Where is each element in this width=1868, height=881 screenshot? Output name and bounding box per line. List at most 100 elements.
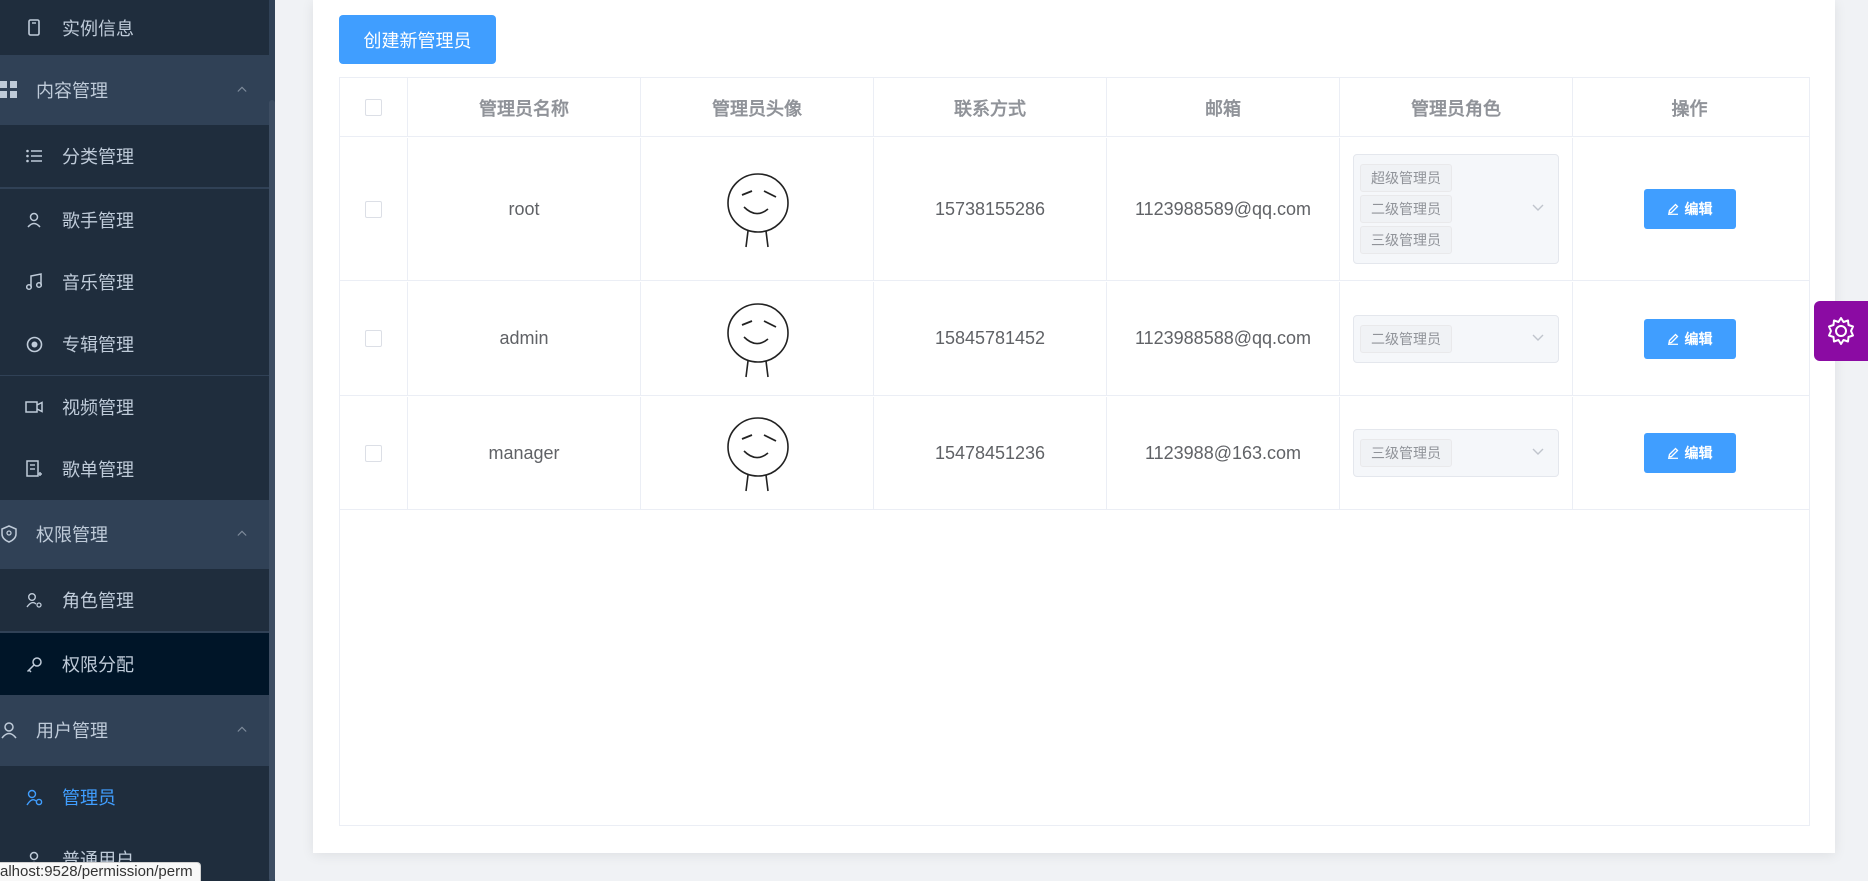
sidebar-item-category[interactable]: 分类管理 bbox=[0, 125, 269, 187]
header-select-all bbox=[340, 78, 408, 137]
sidebar-group-permission[interactable]: 权限管理 bbox=[0, 501, 269, 567]
settings-button[interactable] bbox=[1814, 301, 1868, 361]
table-row: manager 15478451236 1123988@163.com 三级管理… bbox=[340, 397, 1809, 510]
select-all-checkbox[interactable] bbox=[365, 99, 382, 116]
shield-icon bbox=[0, 525, 18, 543]
gear-icon bbox=[1828, 317, 1854, 345]
avatar-cell bbox=[641, 138, 874, 280]
row-checkbox[interactable] bbox=[365, 444, 382, 462]
sidebar-item-label: 权限分配 bbox=[62, 655, 134, 675]
admin-icon bbox=[25, 788, 43, 806]
sidebar-item-album[interactable]: 专辑管理 bbox=[0, 313, 269, 375]
sidebar-item-video[interactable]: 视频管理 bbox=[0, 376, 269, 438]
chevron-down-icon bbox=[1532, 334, 1544, 341]
sidebar-item-label: 管理员 bbox=[62, 788, 116, 808]
role-tag: 三级管理员 bbox=[1360, 439, 1452, 467]
status-url: alhost:9528/permission/perm bbox=[0, 862, 201, 881]
chevron-up-icon bbox=[237, 86, 247, 92]
sidebar-item-music[interactable]: 音乐管理 bbox=[0, 251, 269, 313]
sidebar-group-users[interactable]: 用户管理 bbox=[0, 697, 269, 763]
chevron-down-icon bbox=[1532, 448, 1544, 455]
sidebar-group-content[interactable]: 内容管理 bbox=[0, 57, 269, 123]
edit-button[interactable]: 编辑 bbox=[1643, 433, 1736, 473]
sidebar-item-admin[interactable]: 管理员 bbox=[0, 766, 269, 828]
edit-button[interactable]: 编辑 bbox=[1643, 318, 1736, 359]
edit-label: 编辑 bbox=[1684, 330, 1713, 347]
header-avatar: 管理员头像 bbox=[641, 78, 874, 137]
sidebar-item-role[interactable]: 角色管理 bbox=[0, 569, 269, 631]
sidebar-item-singer[interactable]: 歌手管理 bbox=[0, 189, 269, 251]
user-icon bbox=[0, 721, 18, 739]
sidebar-item-label: 用户管理 bbox=[36, 721, 108, 741]
actions-cell: 编辑 bbox=[1573, 397, 1806, 509]
role-select[interactable]: 超级管理员 二级管理员 三级管理员 bbox=[1353, 154, 1559, 264]
header-email: 邮箱 bbox=[1107, 78, 1340, 137]
role-cell: 三级管理员 bbox=[1340, 397, 1573, 509]
edit-icon bbox=[1667, 333, 1678, 345]
edit-button[interactable]: 编辑 bbox=[1643, 189, 1736, 229]
sidebar-item-label: 歌单管理 bbox=[62, 460, 134, 480]
row-checkbox[interactable] bbox=[365, 330, 382, 347]
music-icon bbox=[25, 273, 43, 291]
sidebar-scrollbar[interactable] bbox=[269, 100, 275, 881]
disc-icon bbox=[25, 335, 43, 353]
header-actions: 操作 bbox=[1671, 98, 1708, 119]
role-tag: 三级管理员 bbox=[1360, 226, 1452, 254]
sidebar-item-label: 角色管理 bbox=[62, 591, 134, 611]
role-select[interactable]: 二级管理员 bbox=[1353, 314, 1559, 363]
admin-phone: 15845781452 bbox=[874, 282, 1107, 395]
sidebar-item-label: 专辑管理 bbox=[62, 335, 134, 355]
admin-phone: 15478451236 bbox=[874, 397, 1107, 509]
role-tag: 二级管理员 bbox=[1360, 195, 1452, 223]
avatar bbox=[727, 302, 789, 377]
row-select-cell bbox=[340, 397, 408, 509]
edit-icon bbox=[1667, 447, 1678, 459]
admin-name: root bbox=[408, 138, 641, 280]
admin-name: admin bbox=[408, 282, 641, 395]
role-select[interactable]: 三级管理员 bbox=[1353, 429, 1559, 477]
role-tag: 超级管理员 bbox=[1360, 164, 1452, 192]
row-checkbox[interactable] bbox=[365, 200, 382, 218]
sidebar-item-label: 分类管理 bbox=[62, 147, 134, 167]
role-cell: 超级管理员 二级管理员 三级管理员 bbox=[1340, 138, 1573, 280]
sidebar-item-label: 实例信息 bbox=[62, 18, 134, 39]
edit-icon bbox=[1667, 203, 1678, 215]
key-icon bbox=[25, 655, 43, 673]
sidebar-menu: 实例信息 内容管理 分类管理 歌手管理 音乐管理 专辑管理 视频管理 歌单管理 … bbox=[0, 0, 269, 881]
header-role: 管理员角色 bbox=[1340, 78, 1573, 137]
sidebar-item-label: 音乐管理 bbox=[62, 273, 134, 293]
sidebar-item-permission-assign[interactable]: 权限分配 bbox=[0, 633, 269, 695]
user-icon bbox=[25, 211, 43, 229]
user-gear-icon bbox=[25, 591, 43, 609]
table-row: root 15738155286 1123988589@qq.com 超级管理员… bbox=[340, 138, 1809, 281]
admin-name: manager bbox=[408, 397, 641, 509]
phone-icon bbox=[25, 19, 43, 37]
row-select-cell bbox=[340, 138, 408, 280]
sidebar-item-label: 权限管理 bbox=[36, 525, 108, 545]
header-phone: 联系方式 bbox=[874, 78, 1107, 137]
admin-email: 1123988589@qq.com bbox=[1107, 138, 1340, 280]
chevron-up-icon bbox=[237, 726, 247, 732]
admin-email: 1123988588@qq.com bbox=[1107, 282, 1340, 395]
video-icon bbox=[25, 398, 43, 416]
admin-table: 管理员名称 管理员头像 联系方式 邮箱 管理员角色 操作 root 157381… bbox=[339, 77, 1810, 826]
table-header: 管理员名称 管理员头像 联系方式 邮箱 管理员角色 操作 bbox=[340, 78, 1809, 137]
edit-label: 编辑 bbox=[1684, 445, 1713, 461]
avatar-cell bbox=[641, 397, 874, 509]
role-tag: 二级管理员 bbox=[1360, 324, 1452, 353]
sidebar-item-label: 歌手管理 bbox=[62, 211, 134, 231]
sidebar-item-instance-info[interactable]: 实例信息 bbox=[0, 0, 269, 55]
playlist-icon bbox=[25, 460, 43, 478]
role-cell: 二级管理员 bbox=[1340, 282, 1573, 395]
table-row: admin 15845781452 1123988588@qq.com 二级管理… bbox=[340, 282, 1809, 396]
actions-cell: 编辑 bbox=[1573, 282, 1806, 395]
edit-label: 编辑 bbox=[1684, 201, 1713, 217]
actions-cell: 编辑 bbox=[1573, 138, 1806, 280]
create-admin-button[interactable]: 创建新管理员 bbox=[339, 15, 496, 64]
chevron-down-icon bbox=[1532, 204, 1544, 211]
sidebar-item-label: 视频管理 bbox=[62, 398, 134, 418]
sidebar-item-playlist[interactable]: 歌单管理 bbox=[0, 438, 269, 500]
admin-email: 1123988@163.com bbox=[1107, 397, 1340, 509]
avatar-cell bbox=[641, 282, 874, 395]
chevron-up-icon bbox=[237, 530, 247, 536]
